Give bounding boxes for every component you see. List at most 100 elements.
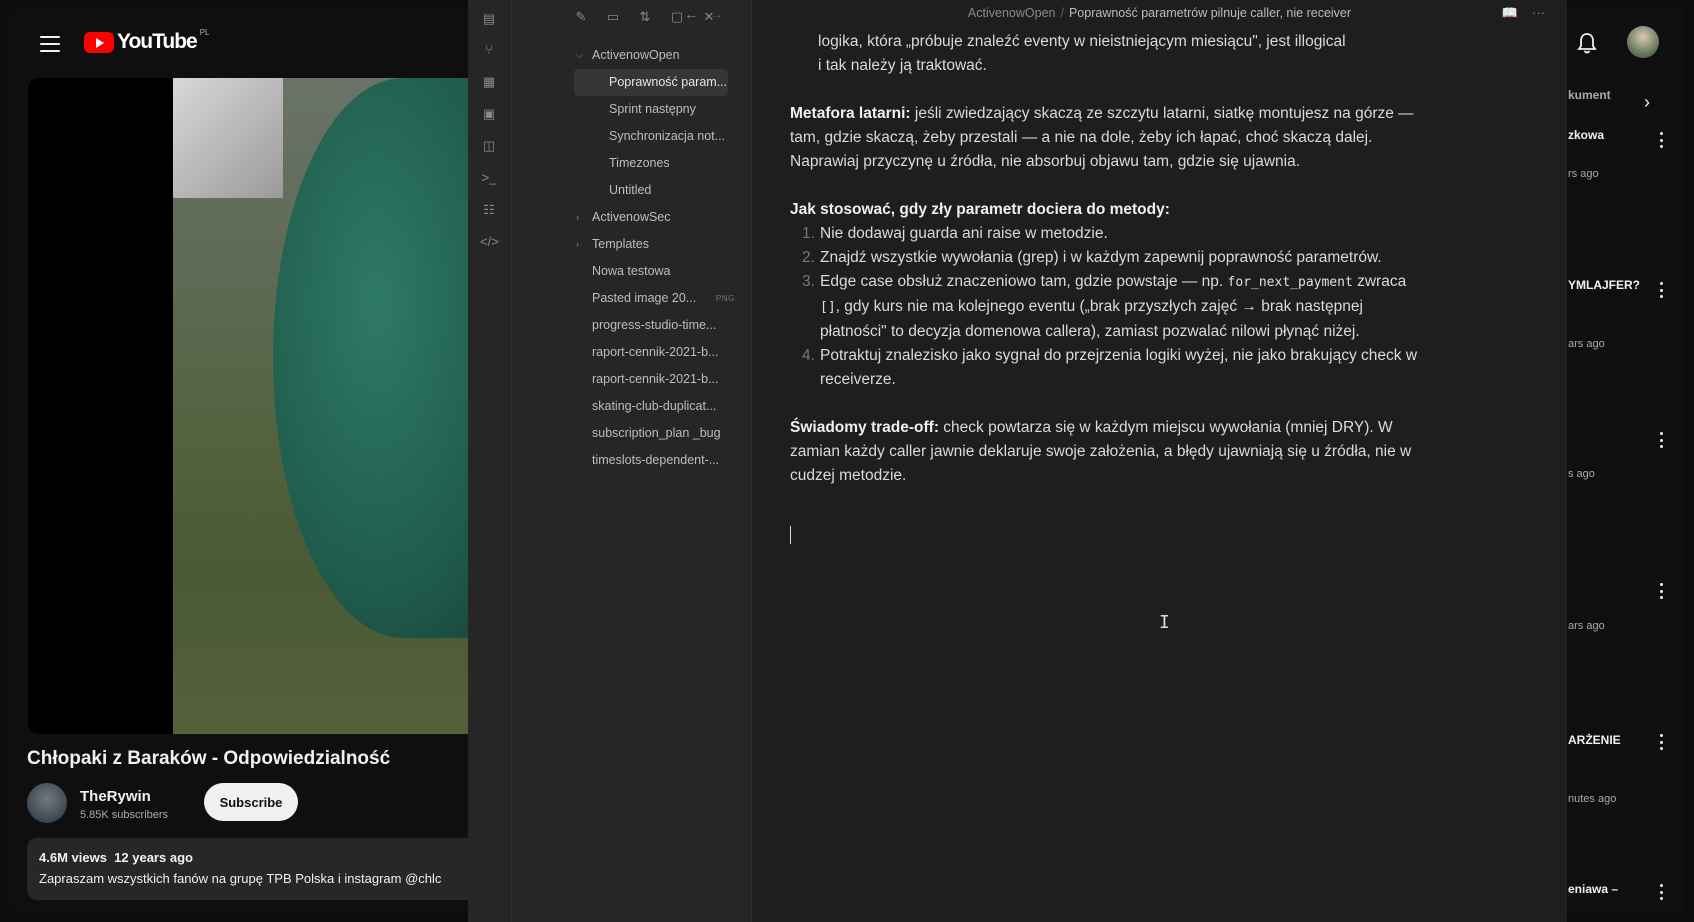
inline-code: for_next_payment: [1227, 275, 1353, 290]
ibeam-pointer-icon: I: [1159, 612, 1170, 633]
forward-arrow-icon[interactable]: →: [710, 6, 724, 22]
note-editor[interactable]: logika, która „próbuje znaleźć eventy w …: [790, 30, 1430, 512]
file-tree-label: raport-cennik-2021-b...: [592, 345, 719, 359]
bold-heading: Jak stosować, gdy zły parametr dociera d…: [790, 201, 1170, 218]
sort-icon[interactable]: ⇅: [636, 8, 654, 26]
file-tree-item[interactable]: subscription_plan _bug: [512, 420, 752, 447]
upload-age: 12 years ago: [114, 850, 193, 865]
channel-avatar[interactable]: [27, 783, 67, 823]
list-text: zwraca: [1352, 273, 1407, 290]
file-tree-label: Pasted image 20...: [592, 291, 697, 305]
canvas-icon[interactable]: ▦: [480, 73, 498, 91]
youtube-play-icon: [84, 31, 114, 53]
more-options-icon[interactable]: ···: [1532, 5, 1545, 21]
file-tree-item[interactable]: Poprawność param...: [574, 69, 728, 96]
chevron-right-icon[interactable]: ›: [1644, 92, 1650, 113]
file-tree-item[interactable]: timeslots-dependent-...: [512, 447, 752, 474]
file-tree-item[interactable]: skating-club-duplicat...: [512, 393, 752, 420]
chevron-right-icon[interactable]: ›: [576, 231, 579, 258]
more-options-icon[interactable]: [1660, 884, 1664, 900]
file-tree-label: raport-cennik-2021-b...: [592, 372, 719, 386]
file-tree-item[interactable]: Sprint następny: [512, 96, 752, 123]
list-text: Znajdź wszystkie wywołania (grep) i w ka…: [820, 249, 1382, 266]
list-item: 4. Potraktuj znalezisko jako sygnał do pr…: [790, 344, 1430, 392]
more-options-icon[interactable]: [1660, 282, 1664, 298]
rec-chip[interactable]: kument: [1568, 88, 1611, 102]
list-text: Edge case obsłuż znaczeniowo tam, gdzie …: [820, 273, 1228, 290]
menu-icon[interactable]: [40, 36, 60, 52]
file-tree-item[interactable]: raport-cennik-2021-b...: [512, 339, 752, 366]
back-arrow-icon[interactable]: ←: [684, 6, 698, 22]
file-tree-item[interactable]: Timezones: [512, 150, 752, 177]
file-tree-label: Synchronizacja not...: [609, 129, 726, 143]
chevron-down-icon[interactable]: ⌵: [576, 42, 583, 69]
bold-heading: Metafora latarni:: [790, 105, 911, 122]
nav-arrows: ← →: [684, 6, 724, 22]
pages-icon[interactable]: ◫: [480, 137, 498, 155]
rec-meta: rs ago: [1568, 168, 1599, 180]
rec-meta: s ago: [1568, 468, 1595, 480]
code-icon[interactable]: </>: [480, 233, 499, 251]
more-options-icon[interactable]: [1660, 132, 1664, 148]
obsidian-window: ▤ ⑂ ▦ ▣ ◫ >_ ☷ </> ✎ ▭ ⇅ ▢ ✕ ⌵ ActivenowO…: [468, 0, 1567, 922]
rec-title[interactable]: ARŻENIE: [1568, 733, 1621, 747]
file-tree-label: timeslots-dependent-...: [592, 453, 720, 467]
paragraph-lighthouse: Metafora latarni: jeśli zwiedzający skac…: [790, 102, 1430, 174]
breadcrumb: ActivenowOpen / Poprawność parametrów piln…: [752, 6, 1567, 20]
new-note-icon[interactable]: ✎: [572, 8, 590, 26]
calendar-icon[interactable]: ▣: [480, 105, 498, 123]
youtube-logo[interactable]: YouTube PL: [84, 28, 210, 54]
file-tree-label: Timezones: [609, 156, 670, 170]
file-tree-item[interactable]: ⌵ ActivenowOpen: [512, 42, 752, 69]
subscribe-button[interactable]: Subscribe: [204, 783, 298, 821]
breadcrumb-current[interactable]: Poprawność parametrów pilnuje caller, ni…: [1069, 6, 1351, 20]
file-tree-label: Poprawność param...: [609, 75, 728, 89]
file-tree-label: Sprint następny: [609, 102, 696, 116]
list-number: 1.: [802, 225, 815, 242]
breadcrumb-separator: /: [1060, 6, 1064, 20]
chevron-right-icon[interactable]: ›: [576, 204, 579, 231]
paragraph-intro: logika, która „próbuje znaleźć eventy w …: [790, 30, 1430, 78]
video-meta: 4.6M views 12 years ago: [39, 850, 193, 865]
file-tree-label: ActivenowSec: [592, 210, 671, 224]
view-actions: 📖 ···: [1502, 5, 1545, 21]
file-tree-item[interactable]: Untitled: [512, 177, 752, 204]
breadcrumb-root[interactable]: ActivenowOpen: [968, 6, 1056, 20]
file-tree-item[interactable]: › ActivenowSec: [512, 204, 752, 231]
list-item: 1. Nie dodawaj guarda ani raise w metodzi…: [790, 222, 1430, 246]
more-options-icon[interactable]: [1660, 432, 1664, 448]
terminal-icon[interactable]: >_: [480, 169, 498, 187]
view-count: 4.6M views: [39, 850, 107, 865]
paragraph-howto: Jak stosować, gdy zły parametr dociera d…: [790, 198, 1430, 392]
file-icon[interactable]: ▤: [480, 10, 498, 28]
file-tree-item[interactable]: progress-studio-time...: [512, 312, 752, 339]
list-icon[interactable]: ☷: [480, 201, 498, 219]
rec-title[interactable]: YMLAJFER?: [1568, 278, 1640, 292]
file-tree-item[interactable]: Nowa testowa: [512, 258, 752, 285]
new-folder-icon[interactable]: ▭: [604, 8, 622, 26]
file-tree-item[interactable]: Pasted image 20... PNG: [512, 285, 752, 312]
file-tree-label: progress-studio-time...: [592, 318, 717, 332]
account-avatar[interactable]: [1627, 26, 1659, 58]
reading-view-icon[interactable]: 📖: [1502, 5, 1518, 21]
file-explorer: ✎ ▭ ⇅ ▢ ✕ ⌵ ActivenowOpen Poprawność param…: [512, 0, 752, 922]
more-options-icon[interactable]: [1660, 734, 1664, 750]
video-player[interactable]: [28, 78, 488, 734]
more-options-icon[interactable]: [1660, 583, 1664, 599]
rec-title[interactable]: eniawa –: [1568, 882, 1618, 896]
rec-title[interactable]: zkowa: [1568, 128, 1604, 142]
list-text: , gdy kurs nie ma kolejnego eventu („bra…: [820, 298, 1363, 340]
channel-name[interactable]: TheRywin: [80, 788, 151, 805]
text-line: i tak należy ją traktować.: [818, 57, 987, 74]
notifications-bell-icon[interactable]: [1577, 32, 1597, 54]
description-box[interactable]: 4.6M views 12 years ago Zapraszam wszyst…: [27, 838, 497, 900]
file-tree-item[interactable]: raport-cennik-2021-b...: [512, 366, 752, 393]
file-tree-label: skating-club-duplicat...: [592, 399, 717, 413]
youtube-wordmark: YouTube: [117, 30, 198, 53]
file-tree-label: Templates: [592, 237, 649, 251]
file-tree-item[interactable]: Synchronizacja not...: [512, 123, 752, 150]
file-tree-item[interactable]: › Templates: [512, 231, 752, 258]
list-item: 3. Edge case obsłuż znaczeniowo tam, gdzi…: [790, 270, 1430, 344]
video-title: Chłopaki z Baraków - Odpowiedzialność: [27, 748, 391, 769]
graph-icon[interactable]: ⑂: [480, 41, 498, 59]
